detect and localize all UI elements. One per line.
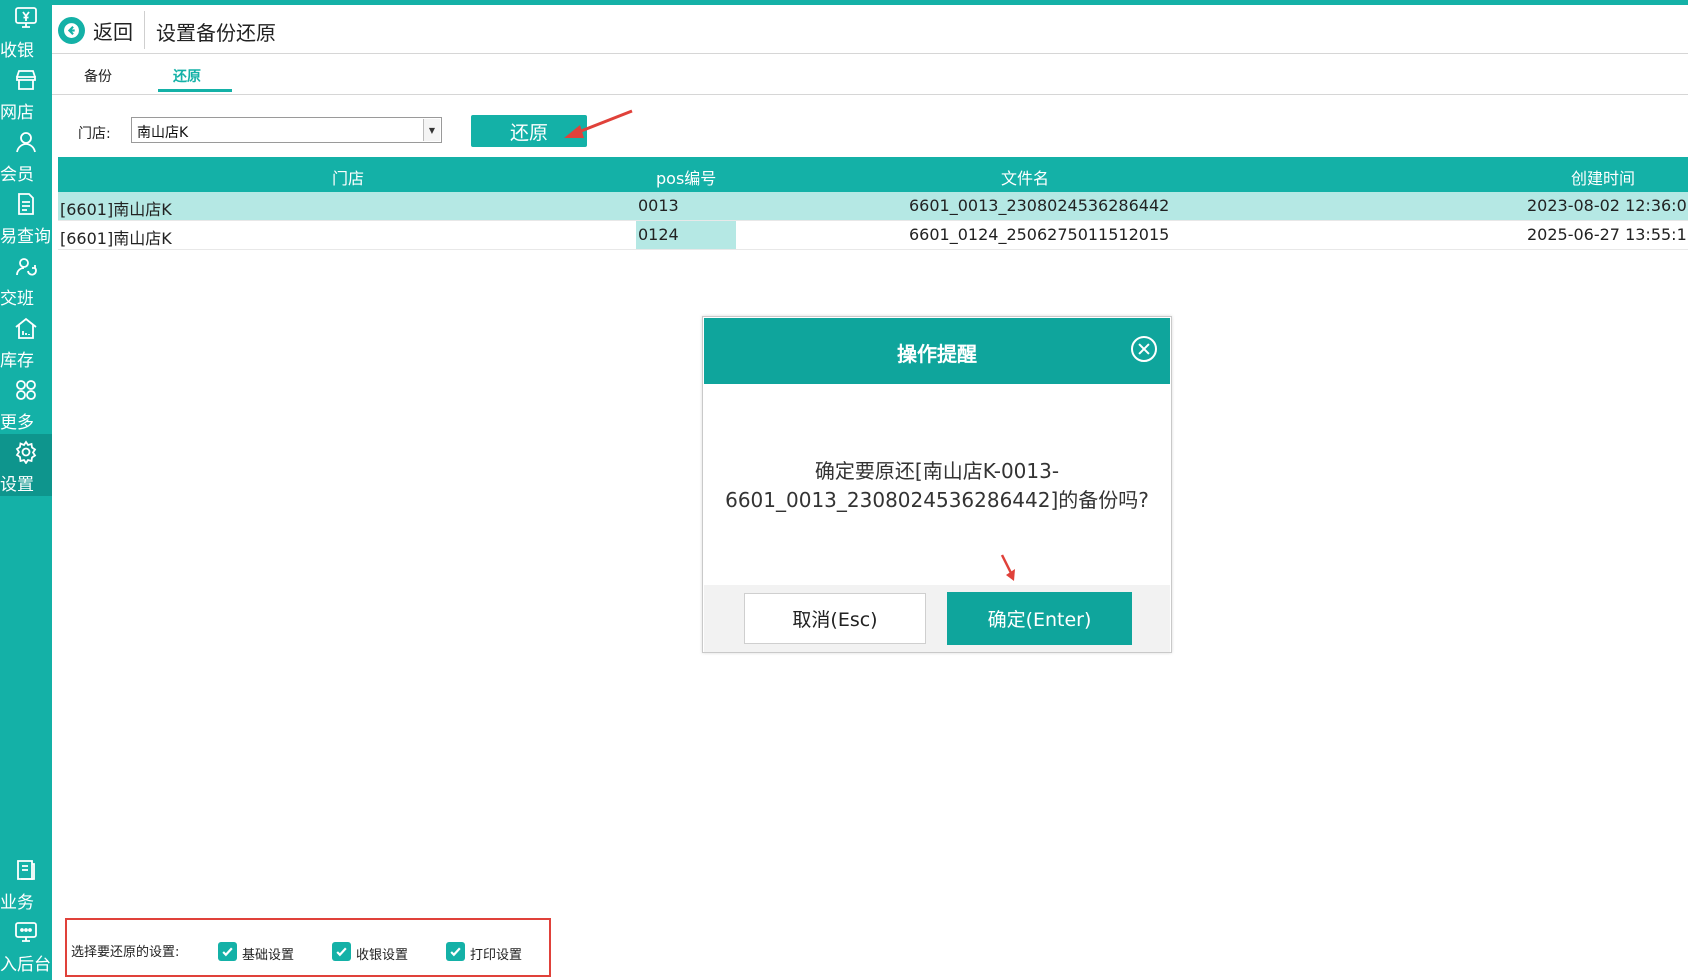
store-select-value: 南山店K (137, 125, 189, 141)
store-icon (16, 70, 36, 90)
checkbox-label: 打印设置 (470, 948, 523, 963)
tab-backup[interactable]: 备份 (84, 66, 112, 86)
page-header: 返回 设置备份还原 (52, 5, 1688, 54)
monitor-icon (15, 922, 37, 942)
sidebar-item-more[interactable]: 更多 (0, 372, 52, 434)
cell-filename: 6601_0013_2308024536286442 (909, 196, 1170, 215)
cell-pos: 0124 (638, 225, 679, 244)
dialog-message-line: 6601_0013_2308024536286442]的备份吗? (725, 488, 1149, 512)
column-header-pos: pos编号 (656, 169, 717, 188)
column-header-created-time: 创建时间 (1571, 169, 1636, 188)
checkbox-label: 收银设置 (356, 948, 409, 963)
cell-filename: 6601_0124_2506275011512015 (909, 225, 1170, 244)
sidebar-item-settings[interactable]: 设置 (0, 434, 52, 496)
column-header-filename: 文件名 (1001, 169, 1050, 188)
sidebar-item-label: 更多 (0, 413, 34, 433)
dialog-message: 确定要原还[南山店K-0013- 6601_0013_2308024536286… (713, 457, 1161, 515)
sidebar-item-label: 入后台 (0, 955, 51, 975)
dialog-message-line: 确定要原还[南山店K-0013- (814, 459, 1060, 483)
backup-table: 门店 pos编号 文件名 创建时间 [6601]南山店K 0013 6601_0… (58, 157, 1688, 250)
dialog-header: 操作提醒 (704, 318, 1170, 384)
sidebar: 收银 网店 会员 易查询 交班 库存 更多 设置 业务 入后台 (0, 0, 52, 980)
back-arrow-icon (58, 16, 85, 44)
checkmark-icon (332, 942, 351, 961)
sidebar-item-label: 库存 (0, 351, 34, 371)
restore-options: 选择要还原的设置: 基础设置 收银设置 打印设置 (65, 918, 551, 977)
sidebar-item-backend[interactable]: 入后台 (0, 914, 52, 976)
column-header-store: 门店 (332, 169, 365, 188)
header-divider (144, 11, 145, 49)
restore-options-label: 选择要还原的设置: (71, 945, 180, 960)
sidebar-item-label: 易查询 (0, 227, 51, 247)
annotation-arrow-icon (1000, 554, 1015, 581)
more-icon (16, 380, 36, 400)
sidebar-item-label: 会员 (0, 165, 34, 185)
sidebar-item-member[interactable]: 会员 (0, 124, 52, 186)
checkbox-basic-settings[interactable]: 基础设置 (218, 940, 294, 963)
cell-created-time: 2025-06-27 13:55:15 (1527, 225, 1688, 244)
checkbox-label: 基础设置 (242, 948, 295, 963)
sidebar-item-cashier[interactable]: 收银 (0, 0, 52, 62)
checkmark-icon (446, 942, 465, 961)
document-icon (18, 193, 34, 215)
sidebar-item-label: 交班 (0, 289, 34, 309)
shift-icon (16, 258, 37, 276)
sidebar-item-inventory[interactable]: 库存 (0, 310, 52, 372)
table-row[interactable]: [6601]南山店K 0013 6601_0013_23080245362864… (58, 192, 1688, 221)
cashier-icon (15, 7, 37, 28)
sidebar-item-business[interactable]: 业务 (0, 852, 52, 914)
store-label: 门店: (78, 126, 111, 142)
checkbox-print-settings[interactable]: 打印设置 (446, 940, 522, 963)
checkbox-cashier-settings[interactable]: 收银设置 (332, 940, 408, 963)
annotation-arrow-icon (564, 109, 633, 138)
chevron-down-icon[interactable]: ▼ (423, 119, 440, 141)
sidebar-item-label: 网店 (0, 103, 34, 123)
dialog-footer: 取消(Esc) 确定(Enter) (704, 585, 1170, 652)
member-icon (16, 132, 36, 153)
sidebar-item-shift[interactable]: 交班 (0, 248, 52, 310)
active-tab-indicator (158, 89, 232, 92)
confirm-button[interactable]: 确定(Enter) (947, 592, 1132, 645)
gear-icon (15, 440, 37, 464)
cell-created-time: 2023-08-02 12:36:03 (1527, 196, 1688, 215)
cell-pos: 0013 (638, 196, 679, 215)
cancel-button[interactable]: 取消(Esc) (744, 593, 926, 644)
sidebar-item-label: 业务 (0, 893, 34, 913)
cell-store: [6601]南山店K (60, 229, 172, 248)
dialog-title: 操作提醒 (897, 342, 977, 366)
table-header: 门店 pos编号 文件名 创建时间 (58, 157, 1688, 192)
tab-bar: 备份 还原 (52, 54, 1688, 95)
business-icon (17, 860, 35, 880)
confirm-dialog: 操作提醒 确定要原还[南山店K-0013- 6601_0013_23080245… (702, 316, 1172, 653)
back-button[interactable]: 返回 (58, 13, 133, 47)
sidebar-item-online-store[interactable]: 网店 (0, 62, 52, 124)
store-select[interactable]: 南山店K ▼ (131, 117, 442, 143)
warehouse-icon (15, 317, 37, 339)
close-icon[interactable] (1131, 336, 1157, 362)
page-title: 设置备份还原 (156, 21, 276, 45)
sidebar-item-query[interactable]: 易查询 (0, 186, 52, 248)
back-label: 返回 (93, 19, 133, 44)
checkmark-icon (218, 942, 237, 961)
sidebar-item-label: 设置 (0, 475, 34, 495)
cell-store: [6601]南山店K (60, 200, 172, 219)
table-row[interactable]: [6601]南山店K 0124 6601_0124_25062750115120… (58, 221, 1688, 250)
tab-restore[interactable]: 还原 (173, 66, 201, 86)
